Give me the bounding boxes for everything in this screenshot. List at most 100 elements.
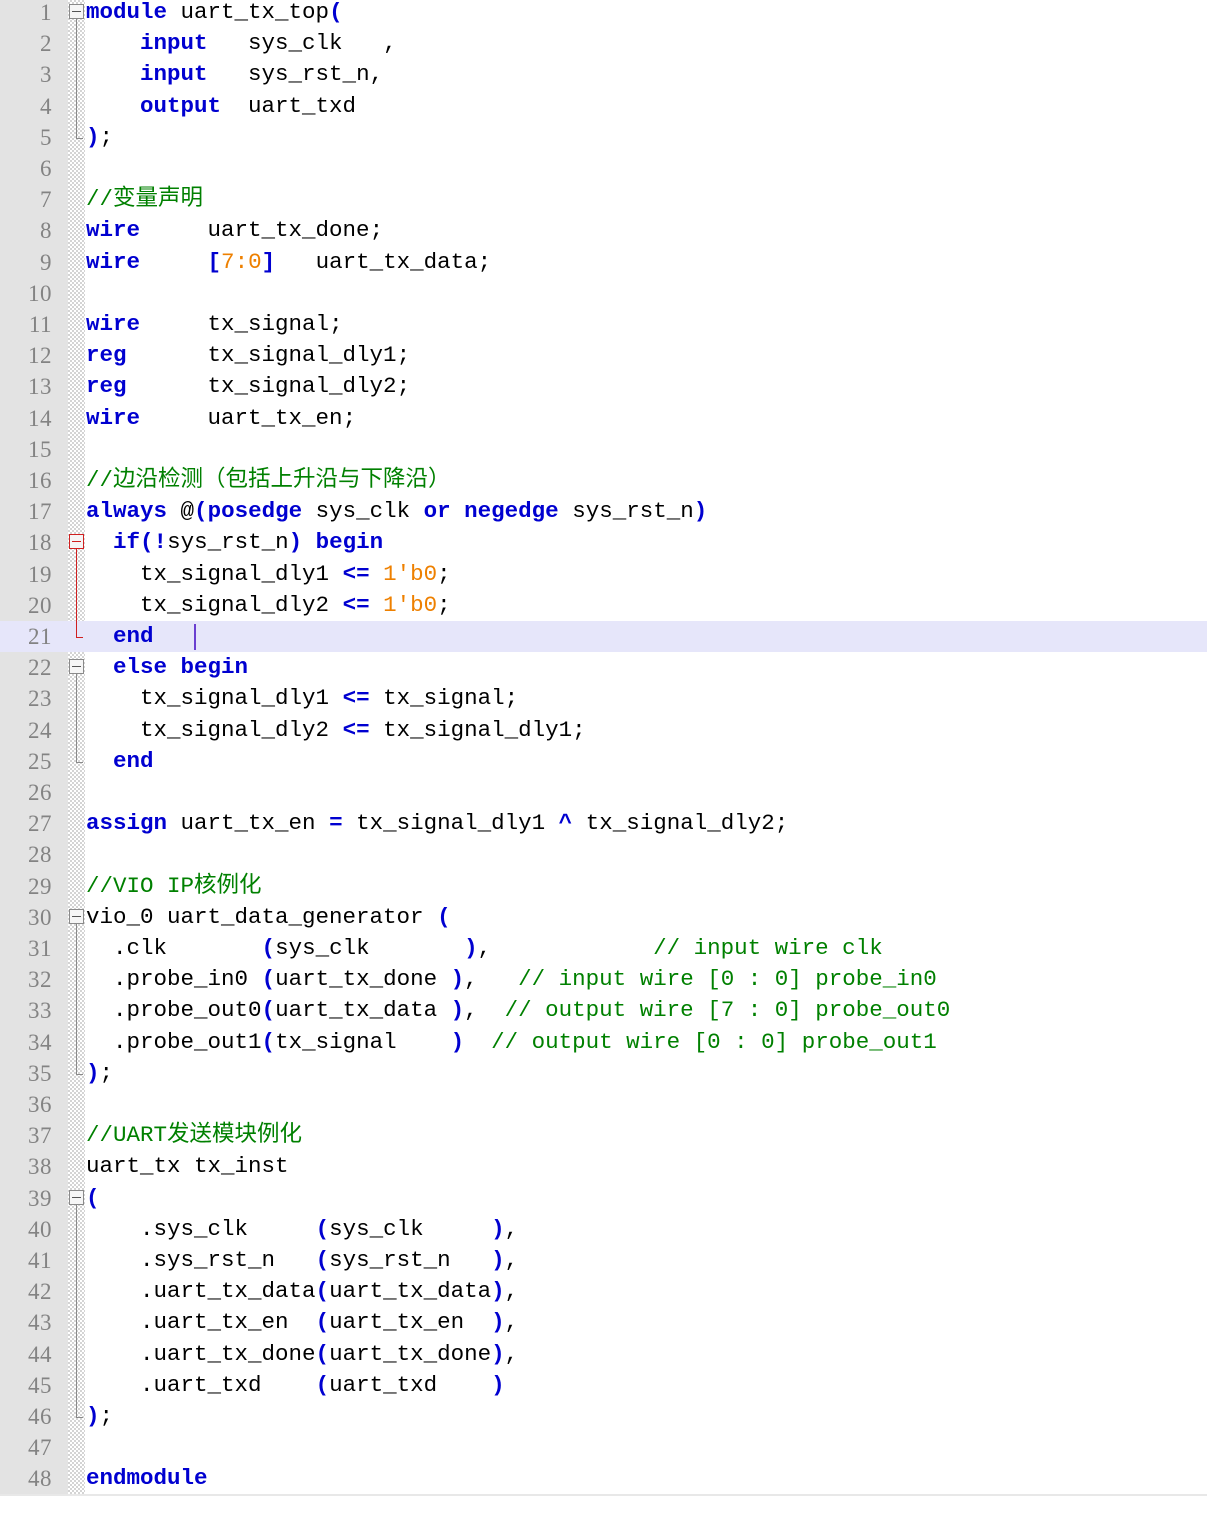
code-line-text: .uart_txd (uart_txd ) bbox=[140, 1371, 505, 1398]
code-line-text: .uart_tx_data(uart_tx_data), bbox=[140, 1278, 519, 1305]
code-line[interactable]: 11 wire tx_signal; bbox=[0, 309, 1207, 340]
line-number: 21 bbox=[28, 624, 52, 649]
code-line[interactable]: 12 reg tx_signal_dly1; bbox=[0, 340, 1207, 371]
fold-guide-line bbox=[76, 923, 77, 1074]
fold-toggle-icon[interactable] bbox=[69, 908, 84, 924]
line-number: 15 bbox=[28, 436, 52, 462]
line-number: 23 bbox=[28, 686, 52, 712]
code-line[interactable]: 21 end bbox=[0, 621, 1207, 653]
code-line[interactable]: 5); bbox=[0, 122, 1207, 153]
fold-toggle-icon[interactable] bbox=[69, 534, 84, 550]
code-line-text: //VIO IP核例化 bbox=[86, 872, 262, 899]
code-line[interactable]: 17 always @(posedge sys_clk or negedge sy… bbox=[0, 496, 1207, 527]
code-line-text: ); bbox=[86, 1403, 114, 1429]
code-line[interactable]: 2 input sys_clk , bbox=[0, 28, 1207, 59]
code-line[interactable]: 28 bbox=[0, 839, 1207, 870]
code-line[interactable]: 15 bbox=[0, 434, 1207, 465]
code-line[interactable]: 10 bbox=[0, 278, 1207, 309]
code-line-text: output uart_txd bbox=[140, 92, 357, 119]
line-number: 14 bbox=[28, 405, 52, 431]
code-line[interactable]: 38 uart_tx tx_inst bbox=[0, 1151, 1207, 1182]
code-line[interactable]: 3 input sys_rst_n, bbox=[0, 59, 1207, 90]
code-line[interactable]: 46); bbox=[0, 1401, 1207, 1432]
code-line[interactable]: 1 module uart_tx_top( bbox=[0, 0, 1207, 28]
code-line[interactable]: 4 output uart_txd bbox=[0, 91, 1207, 122]
code-line[interactable]: 43 .uart_tx_en (uart_tx_en ), bbox=[0, 1307, 1207, 1338]
code-line[interactable]: 42 .uart_tx_data(uart_tx_data), bbox=[0, 1276, 1207, 1307]
code-line[interactable]: 47 bbox=[0, 1432, 1207, 1463]
line-number: 16 bbox=[28, 468, 52, 493]
line-number: 11 bbox=[28, 312, 52, 337]
code-line[interactable]: 20 tx_signal_dly2 <= 1'b0; bbox=[0, 590, 1207, 621]
line-number: 6 bbox=[40, 156, 52, 181]
code-line[interactable]: 16 //边沿检测（包括上升沿与下降沿） bbox=[0, 465, 1207, 496]
fold-toggle-icon[interactable] bbox=[69, 4, 84, 19]
code-line[interactable]: 24 tx_signal_dly2 <= tx_signal_dly1; bbox=[0, 715, 1207, 746]
line-number: 13 bbox=[28, 374, 52, 400]
code-line[interactable]: 7 //变量声明 bbox=[0, 184, 1207, 215]
line-number: 32 bbox=[28, 967, 52, 993]
code-line-text: .uart_tx_en (uart_tx_en ), bbox=[140, 1309, 519, 1336]
code-line-text: ); bbox=[86, 123, 114, 150]
code-line[interactable]: 27 assign uart_tx_en = tx_signal_dly1 ^ t… bbox=[0, 808, 1207, 839]
code-line-text: reg tx_signal_dly1; bbox=[86, 342, 411, 369]
code-line[interactable]: 8 wire uart_tx_done; bbox=[0, 215, 1207, 246]
code-line[interactable]: 31 .clk (sys_clk ), // input wire clk bbox=[0, 933, 1207, 964]
code-line[interactable]: 26 bbox=[0, 777, 1207, 808]
code-line[interactable]: 44 .uart_tx_done(uart_tx_done), bbox=[0, 1339, 1207, 1370]
code-line-text: ( bbox=[86, 1184, 100, 1211]
code-line-text: wire tx_signal; bbox=[86, 311, 343, 337]
code-line[interactable]: 33 .probe_out0(uart_tx_data ), // output… bbox=[0, 995, 1207, 1026]
code-line-text: .sys_rst_n (sys_rst_n ), bbox=[140, 1247, 519, 1273]
code-line[interactable]: 6 bbox=[0, 153, 1207, 184]
code-line[interactable]: 41 .sys_rst_n (sys_rst_n ), bbox=[0, 1245, 1207, 1276]
code-line[interactable]: 45 .uart_txd (uart_txd ) bbox=[0, 1370, 1207, 1401]
editor-bottom-edge bbox=[0, 1494, 1207, 1515]
code-line-text: tx_signal_dly1 <= tx_signal; bbox=[140, 685, 519, 712]
line-number: 24 bbox=[28, 717, 52, 743]
code-line[interactable]: 22 else begin bbox=[0, 652, 1207, 683]
line-number: 28 bbox=[28, 842, 52, 868]
code-line[interactable]: 37 //UART发送模块例化 bbox=[0, 1120, 1207, 1151]
code-line-text: end bbox=[113, 747, 154, 774]
line-number: 38 bbox=[28, 1154, 52, 1180]
line-number: 5 bbox=[40, 124, 52, 150]
code-line-text: wire uart_tx_en; bbox=[86, 404, 357, 431]
code-line-text: assign uart_tx_en = tx_signal_dly1 ^ tx_… bbox=[86, 810, 789, 837]
code-line[interactable]: 29 //VIO IP核例化 bbox=[0, 871, 1207, 902]
fold-toggle-icon[interactable] bbox=[69, 659, 84, 675]
line-number: 1 bbox=[40, 0, 52, 25]
line-number: 19 bbox=[28, 561, 52, 587]
line-number: 41 bbox=[28, 1248, 52, 1273]
code-line[interactable]: 19 tx_signal_dly1 <= 1'b0; bbox=[0, 559, 1207, 590]
code-line-text: end bbox=[113, 623, 154, 649]
code-editor[interactable]: 1 module uart_tx_top(2 input sys_clk ,3 i… bbox=[0, 0, 1207, 1515]
code-line[interactable]: 9 wire [7:0] uart_tx_data; bbox=[0, 247, 1207, 278]
code-line-text: if(!sys_rst_n) begin bbox=[113, 529, 384, 556]
fold-guide-line bbox=[76, 674, 77, 762]
code-line[interactable]: 30 vio_0 uart_data_generator ( bbox=[0, 902, 1207, 933]
code-line[interactable]: 34 .probe_out1(tx_signal ) // output wir… bbox=[0, 1027, 1207, 1058]
code-line[interactable]: 13 reg tx_signal_dly2; bbox=[0, 371, 1207, 402]
code-line-text: tx_signal_dly2 <= tx_signal_dly1; bbox=[140, 716, 586, 743]
code-text-area[interactable]: 1 module uart_tx_top(2 input sys_clk ,3 i… bbox=[0, 0, 1207, 1494]
line-number: 42 bbox=[28, 1279, 52, 1305]
code-line-text: .probe_out0(uart_tx_data ), // output wi… bbox=[113, 997, 951, 1024]
code-line[interactable]: 39 ( bbox=[0, 1183, 1207, 1214]
line-number: 18 bbox=[28, 530, 52, 556]
code-line-text: wire [7:0] uart_tx_data; bbox=[86, 248, 492, 275]
code-line[interactable]: 18 if(!sys_rst_n) begin bbox=[0, 527, 1207, 558]
code-line-text: .sys_clk (sys_clk ), bbox=[140, 1215, 519, 1242]
code-line[interactable]: 32 .probe_in0 (uart_tx_done ), // input … bbox=[0, 964, 1207, 995]
code-line[interactable]: 25 end bbox=[0, 746, 1207, 777]
code-line[interactable]: 35); bbox=[0, 1058, 1207, 1089]
code-line[interactable]: 36 bbox=[0, 1089, 1207, 1120]
code-line[interactable]: 40 .sys_clk (sys_clk ), bbox=[0, 1214, 1207, 1245]
code-line[interactable]: 14 wire uart_tx_en; bbox=[0, 403, 1207, 434]
code-line[interactable]: 23 tx_signal_dly1 <= tx_signal; bbox=[0, 683, 1207, 714]
fold-toggle-icon[interactable] bbox=[69, 1189, 84, 1205]
line-number: 3 bbox=[40, 62, 52, 88]
code-line[interactable]: 48 endmodule bbox=[0, 1463, 1207, 1494]
fold-guide-end bbox=[76, 1073, 83, 1075]
line-number: 35 bbox=[28, 1060, 52, 1086]
